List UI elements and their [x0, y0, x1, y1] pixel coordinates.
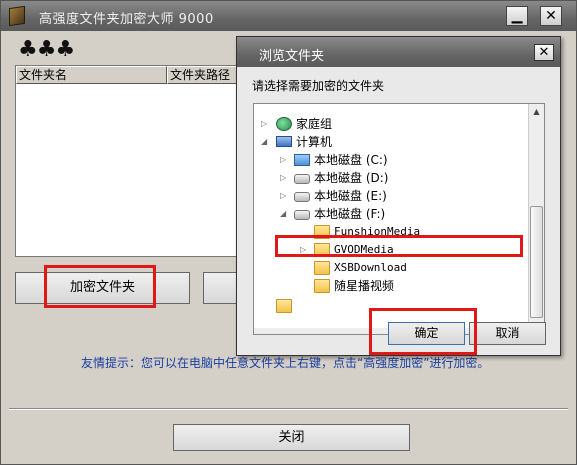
collapsed-arrow-icon[interactable]: ▷ — [280, 151, 286, 169]
browse-folder-dialog: 浏览文件夹 ✕ 请选择需要加密的文件夹 ▷ 家庭组 ◢ 计算机 ▷ 本地磁盘 (… — [236, 36, 561, 356]
computer-icon — [276, 136, 292, 147]
tree-item-computer[interactable]: ◢ 计算机 — [254, 133, 524, 151]
tree-item-label: XSBDownload — [334, 261, 407, 274]
homegroup-icon — [276, 117, 292, 131]
tree-vertical-scrollbar[interactable]: ▲ ▼ — [528, 104, 544, 334]
close-app-button[interactable]: 关闭 — [173, 424, 410, 451]
folder-tree[interactable]: ▷ 家庭组 ◢ 计算机 ▷ 本地磁盘 (C:) ▷ 本地磁盘 (D:) ▷ 本地… — [253, 103, 545, 335]
tree-item-xsbdownload[interactable]: XSBDownload — [254, 259, 524, 277]
dialog-prompt: 请选择需要加密的文件夹 — [252, 79, 385, 93]
drive-icon — [294, 192, 310, 202]
tree-item-suixingbo-video[interactable]: 随星播视频 — [254, 277, 524, 295]
scroll-up-arrow-icon[interactable]: ▲ — [529, 104, 544, 120]
tree-item-homegroup[interactable]: ▷ 家庭组 — [254, 115, 524, 133]
tree-item-label: 家庭组 — [296, 117, 333, 131]
main-close-button[interactable]: ✕ — [540, 6, 562, 26]
folder-icon — [314, 279, 330, 293]
drive-icon — [294, 210, 310, 220]
tree-item-label: 本地磁盘 (F:) — [314, 207, 386, 221]
tree-item-drive-c[interactable]: ▷ 本地磁盘 (C:) — [254, 151, 524, 169]
drive-icon — [294, 174, 310, 184]
main-window-title: 高强度文件夹加密大师 9000 — [39, 12, 214, 27]
highlight-gvodmedia — [275, 235, 523, 257]
logo-clubs-icon: ♣♣♣ — [18, 37, 75, 62]
tree-item-drive-e[interactable]: ▷ 本地磁盘 (E:) — [254, 187, 524, 205]
tree-item-label: 随星播视频 — [334, 279, 395, 293]
tree-item-label: 本地磁盘 (C:) — [314, 153, 388, 167]
collapsed-arrow-icon[interactable]: ▷ — [261, 115, 267, 133]
system-drive-icon — [294, 154, 310, 166]
minimize-button[interactable]: ▁ — [506, 6, 528, 26]
tree-item-drive-d[interactable]: ▷ 本地磁盘 (D:) — [254, 169, 524, 187]
tree-item-label: 计算机 — [296, 135, 333, 149]
tree-item-label: 本地磁盘 (D:) — [314, 171, 389, 185]
dialog-title-bar[interactable]: 浏览文件夹 ✕ — [237, 37, 560, 67]
friendly-tip-text: 友情提示：您可以在电脑中任意文件夹上右键，点击“高强度加密”进行加密。 — [81, 356, 490, 370]
dialog-title: 浏览文件夹 — [259, 49, 325, 64]
folder-icon — [314, 261, 330, 275]
cancel-button[interactable]: 取消 — [469, 322, 546, 345]
tree-item-label: 本地磁盘 (E:) — [314, 189, 387, 203]
expanded-arrow-icon[interactable]: ◢ — [261, 133, 267, 151]
main-title-bar[interactable]: 高强度文件夹加密大师 9000 ▁ ✕ — [1, 1, 576, 31]
dialog-close-button[interactable]: ✕ — [534, 44, 554, 61]
expanded-arrow-icon[interactable]: ◢ — [280, 205, 286, 223]
bottom-divider — [9, 408, 568, 410]
scroll-thumb[interactable] — [530, 206, 543, 318]
highlight-encrypt-button — [44, 265, 156, 308]
app-icon — [9, 5, 25, 27]
tree-item-drive-f[interactable]: ◢ 本地磁盘 (F:) — [254, 205, 524, 223]
collapsed-arrow-icon[interactable]: ▷ — [280, 169, 286, 187]
folder-icon — [276, 299, 292, 313]
collapsed-arrow-icon[interactable]: ▷ — [280, 187, 286, 205]
column-header-folder-name[interactable]: 文件夹名 — [16, 66, 167, 84]
highlight-ok-button — [369, 308, 477, 355]
